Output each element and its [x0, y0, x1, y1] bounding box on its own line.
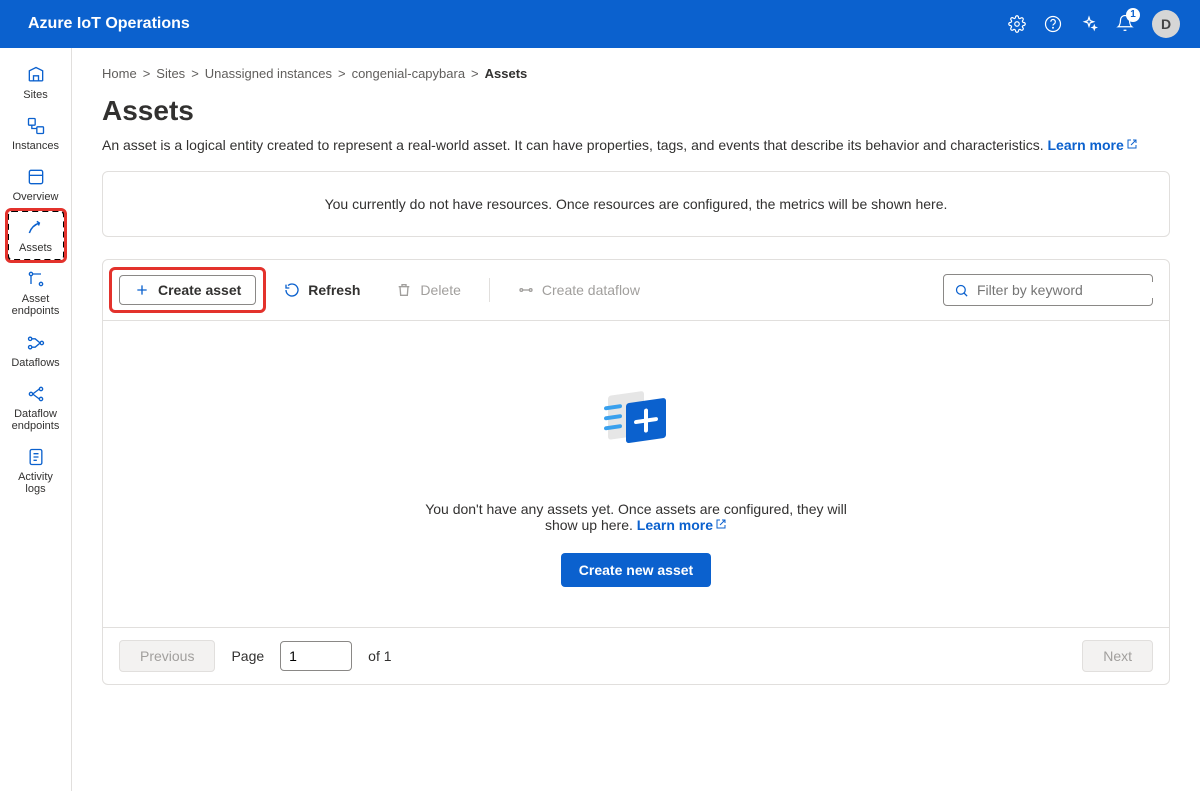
sidebar-item-overview[interactable]: Overview: [8, 160, 64, 209]
refresh-icon: [284, 282, 300, 298]
metrics-info-card: You currently do not have resources. Onc…: [102, 171, 1170, 237]
instances-icon: [26, 116, 46, 136]
app-header: Azure IoT Operations 1 D: [0, 0, 1200, 48]
learn-more-link[interactable]: Learn more: [1048, 137, 1138, 153]
empty-learn-more-link[interactable]: Learn more: [637, 517, 727, 533]
sidebar-item-sites[interactable]: Sites: [8, 58, 64, 107]
filter-input[interactable]: [977, 282, 1158, 298]
breadcrumb-link[interactable]: Sites: [156, 66, 185, 81]
page-label: Page: [231, 648, 264, 664]
sidebar-item-label: Asset endpoints: [8, 293, 64, 317]
button-label: Delete: [420, 282, 460, 298]
activity-logs-icon: [26, 447, 46, 467]
breadcrumb-separator: >: [143, 66, 151, 81]
page-description-text: An asset is a logical entity created to …: [102, 137, 1044, 153]
sidebar-item-label: Sites: [23, 89, 47, 101]
help-icon[interactable]: [1044, 15, 1062, 33]
refresh-button[interactable]: Refresh: [276, 276, 368, 304]
button-label: Create asset: [158, 282, 241, 298]
sidebar-item-assets[interactable]: Assets: [8, 211, 64, 260]
page-description: An asset is a logical entity created to …: [102, 137, 1170, 153]
assets-panel: Create asset Refresh Delete Create dataf…: [102, 259, 1170, 685]
main-content: Home > Sites > Unassigned instances > co…: [72, 48, 1200, 791]
empty-illustration-icon: [586, 371, 686, 471]
sidebar-item-activity-logs[interactable]: Activity logs: [8, 440, 64, 501]
dataflow-endpoints-icon: [26, 384, 46, 404]
empty-state-text: You don't have any assets yet. Once asse…: [416, 501, 856, 533]
search-icon: [954, 283, 969, 298]
sidebar-item-label: Dataflows: [11, 357, 59, 369]
settings-gear-icon[interactable]: [1008, 15, 1026, 33]
breadcrumb-link[interactable]: congenial-capybara: [352, 66, 465, 81]
toolbar: Create asset Refresh Delete Create dataf…: [103, 260, 1169, 321]
metrics-info-text: You currently do not have resources. Onc…: [325, 196, 948, 212]
external-link-icon: [715, 518, 727, 530]
breadcrumb-link[interactable]: Home: [102, 66, 137, 81]
breadcrumb-link[interactable]: Unassigned instances: [205, 66, 332, 81]
external-link-icon: [1126, 138, 1138, 150]
sidebar-item-label: Activity logs: [8, 471, 64, 495]
pagination: Previous Page of 1 Next: [103, 627, 1169, 684]
breadcrumb: Home > Sites > Unassigned instances > co…: [102, 66, 1170, 81]
app-title: Azure IoT Operations: [28, 15, 190, 33]
create-asset-button[interactable]: Create asset: [119, 275, 256, 305]
sidebar: Sites Instances Overview Assets Asset en…: [0, 48, 72, 791]
create-new-asset-button[interactable]: Create new asset: [561, 553, 711, 587]
empty-state: You don't have any assets yet. Once asse…: [103, 321, 1169, 627]
user-avatar[interactable]: D: [1152, 10, 1180, 38]
delete-button: Delete: [388, 276, 468, 304]
filter-search-box[interactable]: [943, 274, 1153, 306]
breadcrumb-current: Assets: [485, 66, 528, 81]
sidebar-item-label: Overview: [13, 191, 59, 203]
sites-icon: [26, 65, 46, 85]
page-title: Assets: [102, 95, 1170, 127]
notification-count: 1: [1126, 8, 1140, 22]
page-number-input[interactable]: [280, 641, 352, 671]
notifications-button[interactable]: 1: [1116, 14, 1134, 35]
prev-page-button: Previous: [119, 640, 215, 672]
header-actions: 1 D: [1008, 10, 1180, 38]
asset-endpoints-icon: [26, 269, 46, 289]
toolbar-divider: [489, 278, 490, 302]
dataflow-icon: [518, 282, 534, 298]
sidebar-item-asset-endpoints[interactable]: Asset endpoints: [8, 262, 64, 323]
create-dataflow-button: Create dataflow: [510, 276, 648, 304]
sidebar-item-label: Assets: [19, 242, 52, 254]
sidebar-item-dataflow-endpoints[interactable]: Dataflow endpoints: [8, 377, 64, 438]
assets-icon: [26, 218, 46, 238]
sparkle-icon[interactable]: [1080, 15, 1098, 33]
page-total: of 1: [368, 648, 391, 664]
sidebar-item-label: Instances: [12, 140, 59, 152]
sidebar-item-label: Dataflow endpoints: [8, 408, 64, 432]
sidebar-item-dataflows[interactable]: Dataflows: [8, 326, 64, 375]
next-page-button: Next: [1082, 640, 1153, 672]
breadcrumb-separator: >: [191, 66, 199, 81]
sidebar-item-instances[interactable]: Instances: [8, 109, 64, 158]
plus-icon: [134, 282, 150, 298]
overview-icon: [26, 167, 46, 187]
breadcrumb-separator: >: [471, 66, 479, 81]
button-label: Create dataflow: [542, 282, 640, 298]
dataflows-icon: [26, 333, 46, 353]
trash-icon: [396, 282, 412, 298]
button-label: Refresh: [308, 282, 360, 298]
breadcrumb-separator: >: [338, 66, 346, 81]
